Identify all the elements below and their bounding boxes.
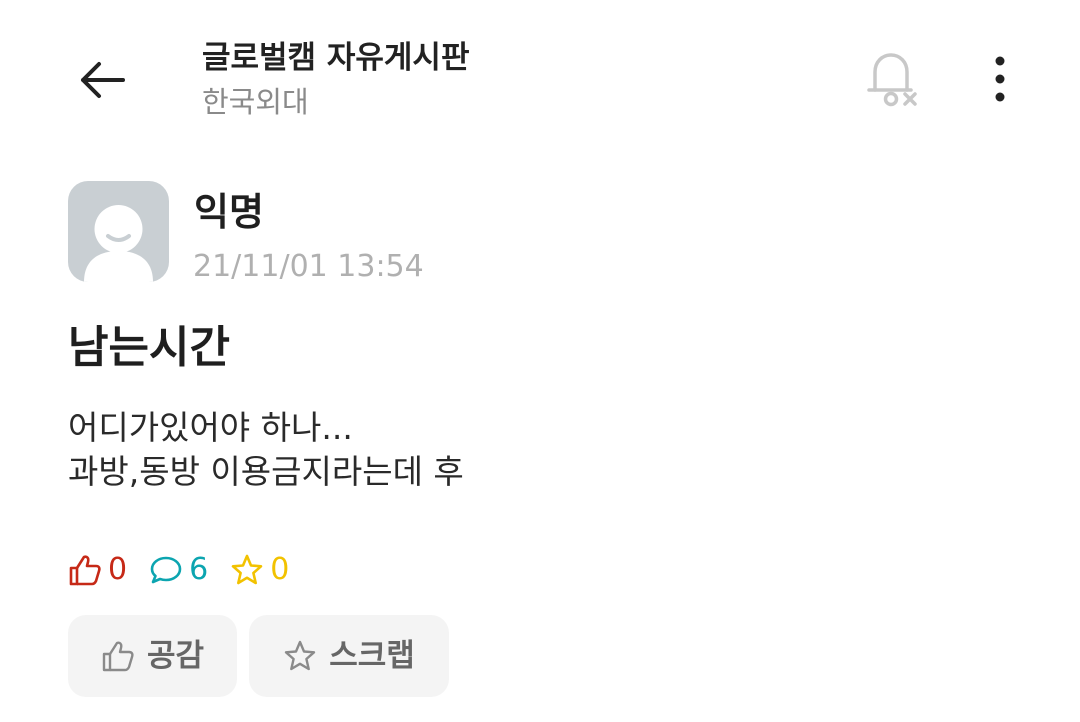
star-icon: [285, 640, 316, 671]
scrap-count-value: 0: [270, 552, 290, 587]
comment-icon: [150, 556, 182, 584]
more-vertical-icon: [995, 56, 1005, 102]
bell-off-icon: [867, 53, 917, 107]
post-body: 어디가있어야 하나... 과방,동방 이용금지라는데 후: [68, 406, 464, 494]
thumbs-up-icon: [102, 641, 134, 672]
header-titles: 글로벌캠 자유게시판 한국외대: [202, 36, 469, 124]
post-actions: 공감 스크랩: [68, 615, 461, 697]
scrap-count: 0: [230, 548, 289, 592]
post-title: 남는시간: [68, 322, 230, 373]
scrap-button-label: 스크랩: [329, 638, 415, 674]
post-body-line: 어디가있어야 하나...: [68, 408, 353, 447]
like-count: 0: [68, 548, 127, 592]
post-timestamp: 21/11/01 13:54: [193, 249, 424, 284]
avatar: [68, 181, 169, 282]
comment-count: 6: [149, 548, 208, 592]
anonymous-user-icon: [84, 205, 153, 282]
post-stats: 0 6 0: [68, 548, 311, 592]
scrap-button[interactable]: 스크랩: [249, 615, 449, 697]
like-count-value: 0: [108, 552, 128, 587]
app-header: 글로벌캠 자유게시판 한국외대: [0, 0, 1080, 150]
arrow-left-icon: [81, 62, 125, 98]
like-button-label: 공감: [146, 638, 205, 674]
board-title: 글로벌캠 자유게시판: [202, 40, 470, 76]
post-body-line: 과방,동방 이용금지라는데 후: [68, 452, 464, 491]
notification-toggle-button[interactable]: [858, 46, 924, 112]
more-options-button[interactable]: [972, 46, 1028, 112]
thumbs-up-icon: [69, 555, 101, 586]
comment-count-value: 6: [189, 552, 209, 587]
star-icon: [231, 554, 263, 585]
author-name: 익명: [194, 190, 264, 234]
like-button[interactable]: 공감: [68, 615, 237, 697]
back-button[interactable]: [68, 50, 136, 110]
board-school: 한국외대: [202, 85, 309, 119]
